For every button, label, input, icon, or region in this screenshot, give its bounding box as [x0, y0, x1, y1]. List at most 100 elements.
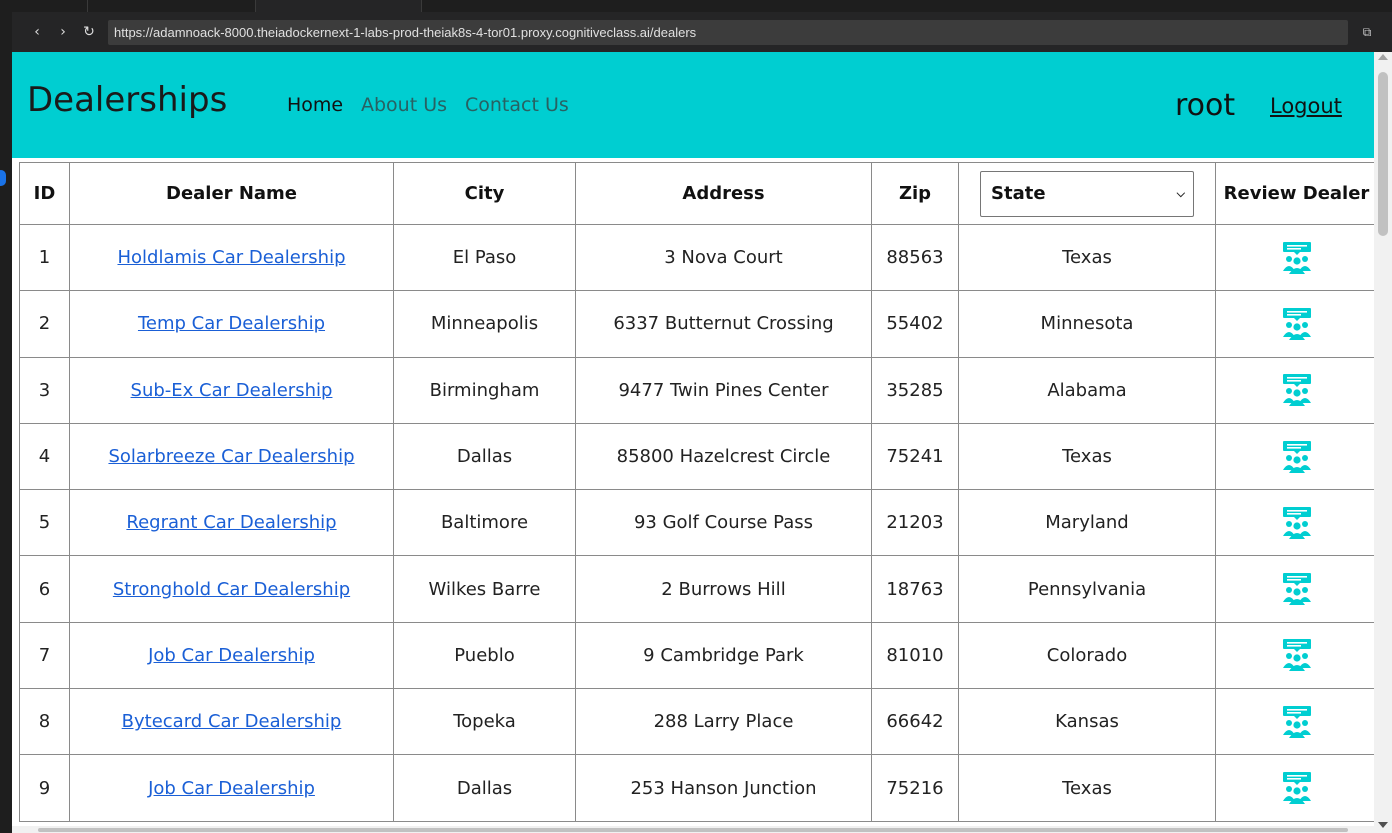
horizontal-scroll-thumb[interactable] [38, 828, 1348, 832]
cell-id: 2 [19, 290, 70, 358]
column-header-state: State ⌵ [958, 162, 1216, 225]
cell-address: 288 Larry Place [575, 688, 872, 756]
column-header-review-dealer: Review Dealer [1215, 162, 1374, 225]
dealer-link[interactable]: Holdlamis Car Dealership [117, 247, 345, 268]
cell-city: Dallas [393, 754, 576, 822]
cell-review [1215, 555, 1374, 623]
review-people-icon[interactable] [1280, 440, 1314, 474]
table-header-row: ID Dealer Name City Address Zip State ⌵ … [19, 162, 1374, 225]
dealer-link[interactable]: Solarbreeze Car Dealership [108, 446, 354, 467]
cell-review [1215, 223, 1374, 292]
cell-city: Wilkes Barre [393, 555, 576, 623]
nav-about-link[interactable]: About Us [361, 94, 447, 116]
review-people-icon[interactable] [1280, 771, 1314, 805]
cell-dealer-name: Stronghold Car Dealership [69, 555, 394, 623]
table-row: 6 Stronghold Car Dealership Wilkes Barre 2 … [19, 555, 1374, 623]
review-people-icon[interactable] [1280, 705, 1314, 739]
brand-title[interactable]: Dealerships [27, 80, 227, 120]
cell-address: 9477 Twin Pines Center [575, 356, 872, 424]
cell-city: Pueblo [393, 621, 576, 690]
review-people-icon[interactable] [1280, 373, 1314, 407]
state-filter-value: State [991, 182, 1046, 204]
table-row: 1 Holdlamis Car Dealership El Paso 3 Nova C… [19, 223, 1374, 292]
dealer-link[interactable]: Temp Car Dealership [138, 313, 325, 334]
cell-review [1215, 356, 1374, 424]
browser-tab-strip [0, 0, 1392, 12]
scroll-up-arrow-icon[interactable] [1378, 54, 1388, 60]
dealer-link[interactable]: Job Car Dealership [148, 645, 315, 666]
cell-city: Baltimore [393, 489, 576, 557]
cell-state: Pennsylvania [958, 555, 1216, 623]
cell-state: Maryland [958, 489, 1216, 557]
url-field[interactable]: https://adamnoack-8000.theiadockernext-1… [108, 20, 1348, 45]
scroll-down-arrow-icon[interactable] [1378, 822, 1388, 828]
column-header-zip: Zip [871, 162, 959, 225]
browser-address-bar: ‹ › ↻ https://adamnoack-8000.theiadocker… [12, 12, 1392, 52]
reload-icon[interactable]: ↻ [80, 22, 98, 42]
cell-address: 3 Nova Court [575, 223, 872, 292]
cell-dealer-name: Job Car Dealership [69, 621, 394, 690]
review-people-icon[interactable] [1280, 638, 1314, 672]
dealer-link[interactable]: Stronghold Car Dealership [113, 579, 350, 600]
cell-address: 253 Hanson Junction [575, 754, 872, 822]
state-filter-select[interactable]: State ⌵ [980, 170, 1194, 217]
cell-review [1215, 290, 1374, 358]
cell-zip: 55402 [871, 290, 959, 358]
horizontal-scrollbar[interactable] [12, 826, 1374, 833]
review-people-icon[interactable] [1280, 572, 1314, 606]
scroll-thumb[interactable] [1378, 72, 1388, 236]
dealer-link[interactable]: Job Car Dealership [148, 778, 315, 799]
cell-state: Colorado [958, 621, 1216, 690]
vertical-scrollbar[interactable] [1374, 52, 1392, 833]
cell-id: 3 [19, 356, 70, 424]
chevron-down-icon: ⌵ [1176, 186, 1185, 200]
side-indicator [0, 170, 6, 186]
cell-dealer-name: Temp Car Dealership [69, 290, 394, 358]
site-header: Dealerships Home About Us Contact Us roo… [12, 52, 1374, 158]
cell-review [1215, 489, 1374, 557]
browser-tab-active[interactable] [256, 0, 422, 12]
review-people-icon[interactable] [1280, 241, 1314, 275]
browser-tab[interactable] [0, 0, 88, 12]
cell-id: 4 [19, 422, 70, 491]
cell-state: Kansas [958, 688, 1216, 756]
cell-dealer-name: Solarbreeze Car Dealership [69, 422, 394, 491]
review-people-icon[interactable] [1280, 307, 1314, 341]
forward-icon[interactable]: › [54, 22, 72, 42]
cell-city: Birmingham [393, 356, 576, 424]
cell-id: 7 [19, 621, 70, 690]
left-edge [0, 52, 12, 833]
cell-zip: 75241 [871, 422, 959, 491]
cell-id: 9 [19, 754, 70, 822]
dealers-table: ID Dealer Name City Address Zip State ⌵ … [19, 162, 1374, 822]
dealer-link[interactable]: Regrant Car Dealership [126, 512, 336, 533]
cell-city: El Paso [393, 223, 576, 292]
cell-zip: 35285 [871, 356, 959, 424]
logout-link[interactable]: Logout [1270, 94, 1342, 118]
open-external-icon[interactable]: ⧉ [1358, 22, 1376, 42]
back-icon[interactable]: ‹ [28, 22, 46, 42]
nav-home-link[interactable]: Home [287, 94, 343, 116]
cell-dealer-name: Holdlamis Car Dealership [69, 223, 394, 292]
cell-city: Minneapolis [393, 290, 576, 358]
cell-dealer-name: Sub-Ex Car Dealership [69, 356, 394, 424]
username-label: root [1175, 88, 1236, 123]
table-body: 1 Holdlamis Car Dealership El Paso 3 Nova C… [19, 223, 1374, 822]
review-people-icon[interactable] [1280, 506, 1314, 540]
browser-tab[interactable] [88, 0, 256, 12]
dealer-link[interactable]: Sub-Ex Car Dealership [131, 380, 333, 401]
nav-contact-link[interactable]: Contact Us [465, 94, 569, 116]
table-row: 4 Solarbreeze Car Dealership Dallas 85800 H… [19, 422, 1374, 491]
cell-address: 85800 Hazelcrest Circle [575, 422, 872, 491]
dealer-link[interactable]: Bytecard Car Dealership [122, 711, 342, 732]
cell-state: Texas [958, 754, 1216, 822]
cell-state: Texas [958, 422, 1216, 491]
cell-dealer-name: Job Car Dealership [69, 754, 394, 822]
column-header-id: ID [19, 162, 70, 225]
cell-address: 9 Cambridge Park [575, 621, 872, 690]
cell-dealer-name: Bytecard Car Dealership [69, 688, 394, 756]
cell-address: 6337 Butternut Crossing [575, 290, 872, 358]
column-header-address: Address [575, 162, 872, 225]
cell-review [1215, 754, 1374, 822]
cell-city: Topeka [393, 688, 576, 756]
